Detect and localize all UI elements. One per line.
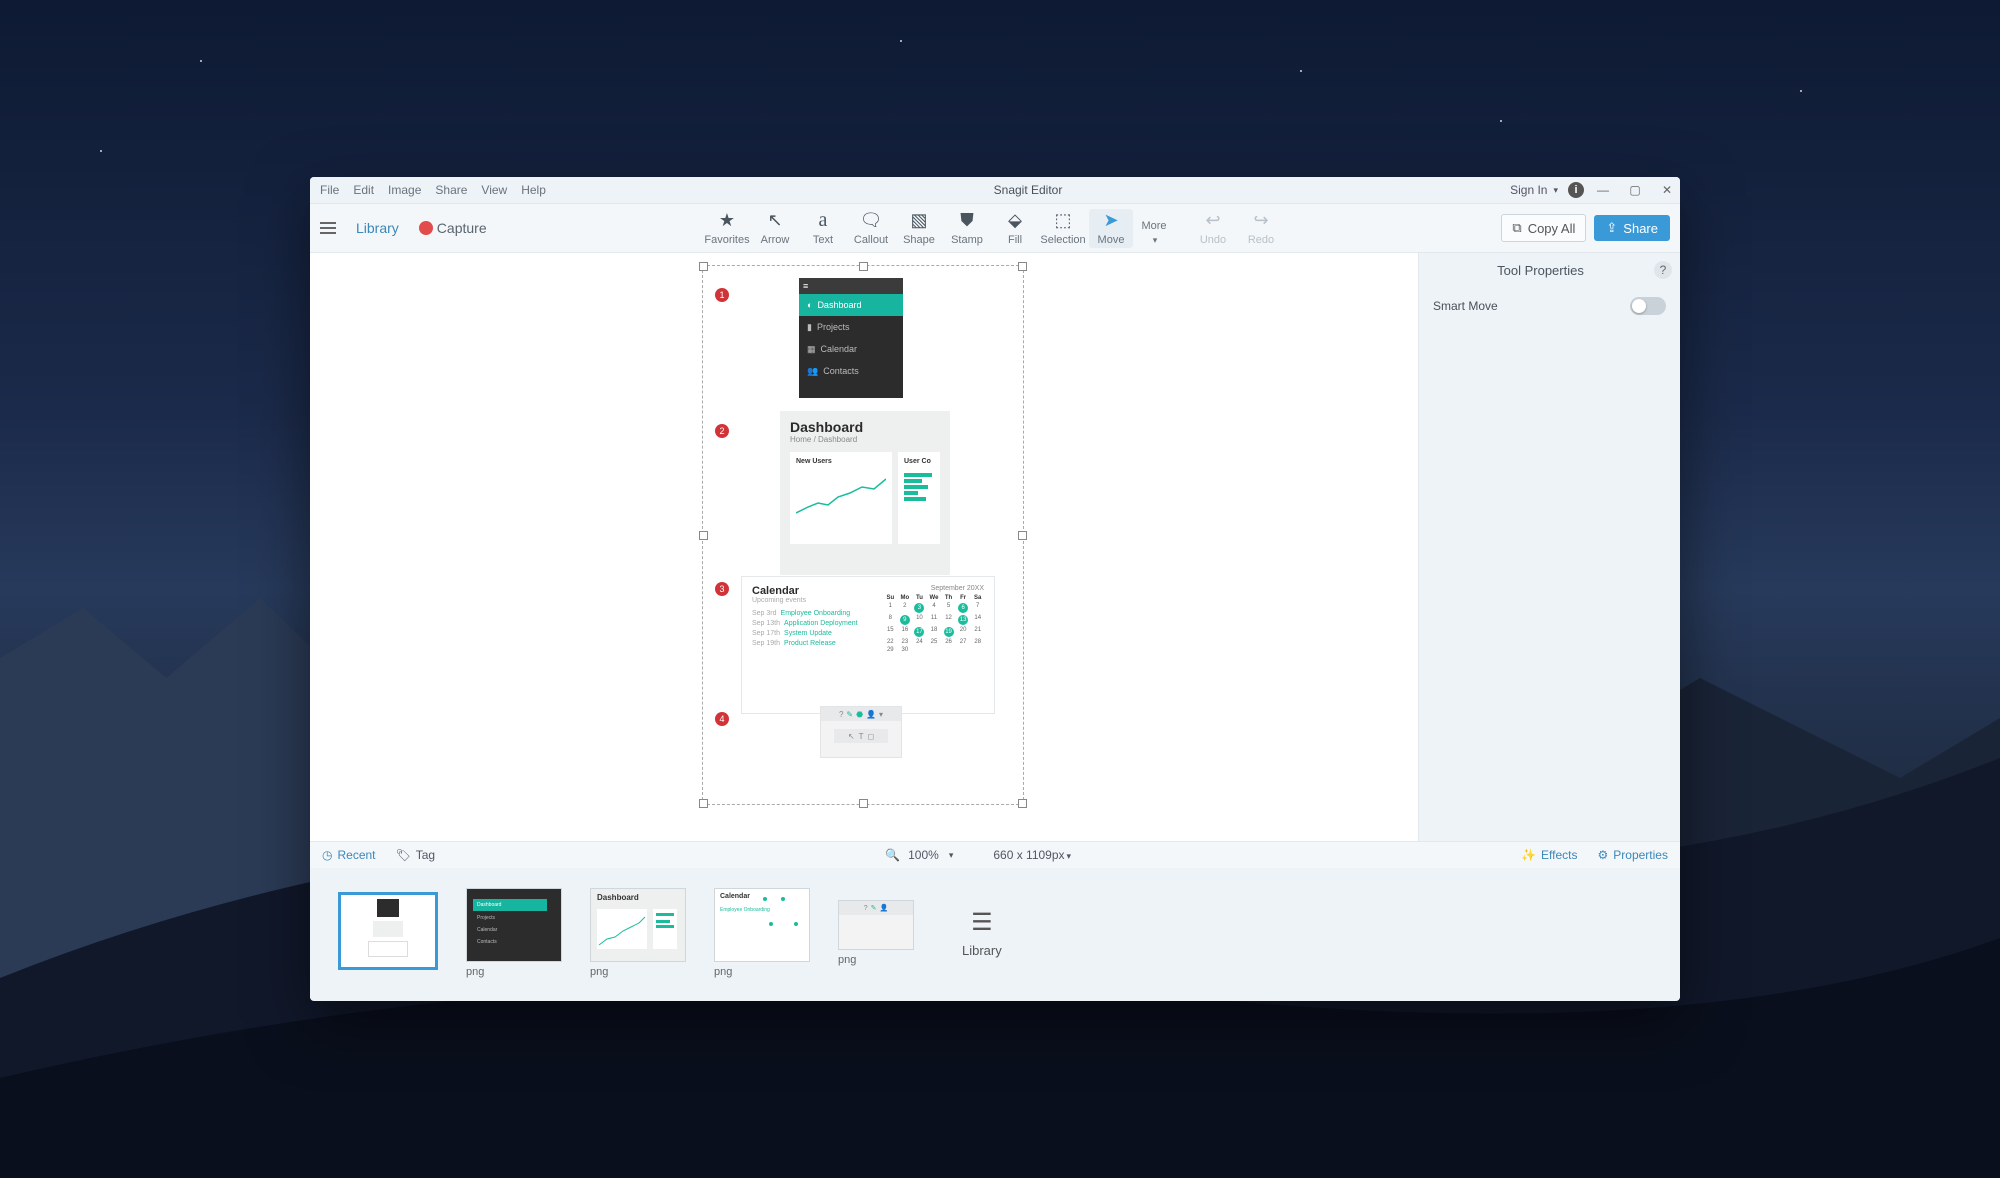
window-title: Snagit Editor [546,183,1510,197]
copy-icon: ⧉ [1512,220,1521,236]
dimensions-label[interactable]: 660 x 1109px▾ [993,848,1071,862]
smart-move-toggle[interactable] [1630,297,1666,315]
undo-button[interactable]: ↩Undo [1191,209,1235,248]
library-button[interactable]: ☰ Library [962,908,1002,958]
menu-image[interactable]: Image [388,183,421,197]
tool-shape[interactable]: ▧Shape [897,209,941,248]
search-icon: 🔍 [885,848,900,862]
redo-icon: ↪ [1251,211,1271,231]
record-icon [419,221,433,235]
wand-icon: ✨ [1521,848,1536,862]
share-button[interactable]: ⇪ Share [1594,215,1670,241]
step-badge-4: 4 [715,712,729,726]
list-icon: ☰ [971,908,993,937]
menu-share[interactable]: Share [435,183,467,197]
tool-favorites[interactable]: ★Favorites [705,209,749,248]
arrow-icon: ↖ [765,211,785,231]
menu-help[interactable]: Help [521,183,546,197]
tag-icon: 🏷 [396,848,411,862]
thumbnail-5[interactable]: ?✎👤 png [838,900,914,966]
tool-properties-panel: Tool Properties ? Smart Move [1418,253,1680,841]
thumbnail-4[interactable]: Calendar Employee Onboarding png [714,888,810,978]
thumbnail-1[interactable] [338,892,438,974]
main-toolbar: Library Capture ★Favorites ↖Arrow aText … [310,204,1680,253]
tool-fill[interactable]: ⬙Fill [993,209,1037,248]
step-badge-3: 3 [715,582,729,596]
folder-icon: ▮ [807,322,812,333]
handle-top-center[interactable] [859,262,868,271]
share-icon: ⇪ [1606,220,1617,236]
maximize-button[interactable]: ▢ [1628,183,1642,197]
info-icon[interactable]: i [1568,182,1584,198]
menu-bar: File Edit Image Share View Help [316,183,546,197]
redo-button[interactable]: ↪Redo [1239,209,1283,248]
zoom-control[interactable]: 🔍 100%▾ [885,848,953,862]
titlebar: File Edit Image Share View Help Snagit E… [310,177,1680,204]
dashboard-icon: ◐ [807,300,812,310]
handle-mid-right[interactable] [1018,531,1027,540]
effects-button[interactable]: ✨Effects [1521,848,1577,862]
thumbnail-2[interactable]: Dashboard Projects Calendar Contacts png [466,888,562,978]
app-window: File Edit Image Share View Help Snagit E… [310,177,1680,1001]
status-bar: ◷ Recent 🏷 Tag 🔍 100%▾ 660 x 1109px▾ ✨Ef… [310,841,1680,868]
menu-file[interactable]: File [320,183,339,197]
calendar-icon: ▦ [807,344,816,355]
workspace: 1 ≡ ◐Dashboard ▮Projects ▦Calendar 👥Cont… [310,253,1680,841]
step-badge-1: 1 [715,288,729,302]
selection-icon: ⬚ [1053,211,1073,231]
menu-edit[interactable]: Edit [353,183,374,197]
properties-button[interactable]: ⚙Properties [1598,848,1668,862]
tool-callout[interactable]: 🗨Callout [849,209,893,248]
canvas[interactable]: 1 ≡ ◐Dashboard ▮Projects ▦Calendar 👥Cont… [310,253,1418,841]
tool-strip: ★Favorites ↖Arrow aText 🗨Callout ▧Shape … [705,209,1283,248]
copy-all-button[interactable]: ⧉ Copy All [1501,214,1586,242]
mock-dashboard: Dashboard Home / Dashboard New Users Use… [780,411,950,575]
handle-top-left[interactable] [699,262,708,271]
capture-button[interactable]: Capture [419,220,487,236]
recent-link[interactable]: ◷ Recent [322,848,376,862]
thumbnail-3[interactable]: Dashboard png [590,888,686,978]
contacts-icon: 👥 [807,366,818,377]
mock-toolbar: ?✎ ⬣👤▾ ↖T◻ [820,706,902,758]
handle-bottom-center[interactable] [859,799,868,808]
undo-icon: ↩ [1203,211,1223,231]
tool-arrow[interactable]: ↖Arrow [753,209,797,248]
menu-view[interactable]: View [481,183,507,197]
tool-selection[interactable]: ⬚Selection [1041,209,1085,248]
shape-icon: ▧ [909,211,929,231]
star-icon: ★ [717,211,737,231]
handle-bottom-right[interactable] [1018,799,1027,808]
stamp-icon: ⛊ [957,211,977,231]
hamburger-icon: ≡ [799,278,903,294]
tool-stamp[interactable]: ⛊Stamp [945,209,989,248]
panel-title: Tool Properties [1427,263,1654,278]
handle-bottom-left[interactable] [699,799,708,808]
selection-frame[interactable]: 1 ≡ ◐Dashboard ▮Projects ▦Calendar 👥Cont… [702,265,1024,805]
minimize-button[interactable]: — [1596,183,1610,197]
handle-top-right[interactable] [1018,262,1027,271]
tool-text[interactable]: aText [801,209,845,248]
tool-more[interactable]: More▾ [1137,218,1171,248]
hamburger-icon[interactable] [320,222,336,234]
thumbnail-tray: Dashboard Projects Calendar Contacts png… [310,868,1680,998]
smart-move-label: Smart Move [1433,299,1498,313]
step-badge-2: 2 [715,424,729,438]
library-link[interactable]: Library [356,220,399,236]
sign-in-button[interactable]: Sign In▾ i [1510,182,1584,198]
callout-icon: 🗨 [861,211,881,231]
mock-nav: ≡ ◐Dashboard ▮Projects ▦Calendar 👥Contac… [799,278,903,398]
handle-mid-left[interactable] [699,531,708,540]
gear-icon: ⚙ [1598,848,1609,862]
help-icon[interactable]: ? [1654,261,1672,279]
tag-link[interactable]: 🏷 Tag [396,848,436,862]
mock-calendar: Calendar Upcoming events Sep 3rdEmployee… [741,576,995,714]
text-icon: a [813,211,833,231]
fill-icon: ⬙ [1005,211,1025,231]
tool-move[interactable]: ➤Move [1089,209,1133,248]
move-icon: ➤ [1101,211,1121,231]
close-button[interactable]: ✕ [1660,183,1674,197]
clock-icon: ◷ [322,848,332,862]
